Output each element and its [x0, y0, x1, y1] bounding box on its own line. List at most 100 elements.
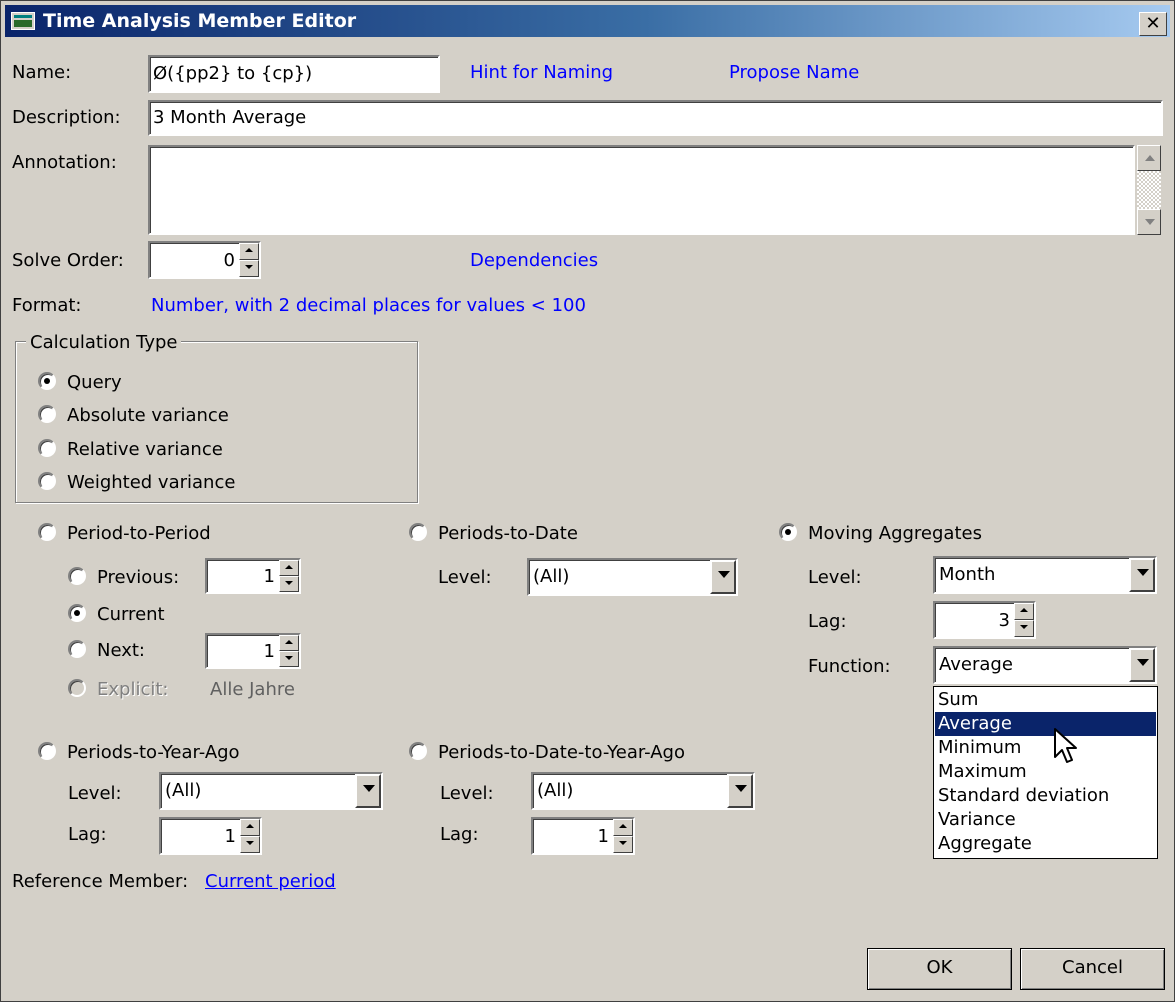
close-icon: ✕	[1145, 13, 1161, 34]
radio-query[interactable]	[38, 372, 56, 390]
scroll-down-arrow-icon	[1145, 219, 1155, 225]
cancel-button-label: Cancel	[1062, 957, 1123, 978]
ptd-level-label: Level:	[438, 567, 492, 588]
dependencies-link[interactable]: Dependencies	[470, 250, 598, 271]
ptd-level-select[interactable]: (All)	[527, 558, 738, 596]
ptdya-level-select[interactable]: (All)	[531, 772, 755, 810]
radio-relative-variance[interactable]	[38, 439, 56, 457]
hint-for-naming-link[interactable]: Hint for Naming	[470, 62, 613, 83]
radio-absolute-variance[interactable]	[38, 405, 56, 423]
dropdown-button[interactable]	[355, 774, 381, 808]
function-option-variance[interactable]: Variance	[935, 808, 1156, 832]
scroll-down-button[interactable]	[1137, 209, 1161, 235]
absolute-variance-label: Absolute variance	[67, 405, 229, 426]
dropdown-button[interactable]	[710, 560, 736, 594]
app-icon	[11, 12, 35, 30]
pya-level-label: Level:	[68, 783, 122, 804]
period-to-period-label: Period-to-Period	[67, 523, 211, 544]
weighted-variance-label: Weighted variance	[67, 472, 236, 493]
function-option-sum[interactable]: Sum	[935, 688, 1156, 712]
mouse-pointer-icon	[1054, 728, 1077, 763]
stepper-down-button[interactable]	[279, 576, 299, 592]
solve-order-value: 0	[223, 250, 235, 271]
stepper-down-button[interactable]	[1014, 620, 1034, 637]
ma-level-select[interactable]: Month	[933, 556, 1157, 594]
explicit-value: Alle Jahre	[210, 679, 295, 700]
ptdya-level-label: Level:	[440, 783, 494, 804]
close-button[interactable]: ✕	[1139, 12, 1167, 36]
stepper-up-button[interactable]	[279, 560, 299, 576]
previous-value: 1	[263, 566, 275, 587]
stepper-down-button[interactable]	[279, 651, 299, 667]
radio-moving-aggregates[interactable]	[779, 523, 797, 541]
annotation-textarea[interactable]	[148, 145, 1135, 235]
ptdya-lag-label: Lag:	[440, 824, 479, 845]
title-bar[interactable]: Time Analysis Member Editor ✕	[5, 5, 1170, 37]
format-link[interactable]: Number, with 2 decimal places for values…	[151, 295, 586, 316]
radio-explicit	[68, 679, 86, 697]
solve-order-label: Solve Order:	[12, 250, 124, 271]
radio-current[interactable]	[68, 604, 86, 622]
stepper-up-button[interactable]	[1014, 603, 1034, 620]
radio-periods-to-date[interactable]	[409, 523, 427, 541]
function-option-aggregate[interactable]: Aggregate	[935, 832, 1156, 856]
scroll-up-button[interactable]	[1137, 145, 1161, 171]
explicit-label: Explicit:	[97, 679, 169, 700]
function-option-maximum[interactable]: Maximum	[935, 760, 1156, 784]
cancel-button[interactable]: Cancel	[1020, 948, 1165, 990]
pya-lag-stepper[interactable]: 1	[159, 817, 262, 855]
function-dropdown-list[interactable]: Sum Average Minimum Maximum Standard dev…	[933, 686, 1158, 859]
description-input[interactable]: 3 Month Average	[148, 100, 1163, 136]
reference-member-link[interactable]: Current period	[205, 871, 336, 892]
dialog-window: Time Analysis Member Editor ✕ Name: Ø({p…	[0, 0, 1175, 1002]
name-input[interactable]: Ø({pp2} to {cp})	[148, 55, 440, 93]
annotation-scrollbar[interactable]	[1137, 145, 1161, 235]
window-title: Time Analysis Member Editor	[43, 10, 357, 32]
ma-lag-stepper[interactable]: 3	[933, 601, 1036, 639]
function-option-minimum[interactable]: Minimum	[935, 736, 1156, 760]
stepper-down-button[interactable]	[240, 836, 260, 853]
ma-function-label: Function:	[808, 656, 891, 677]
chevron-down-icon	[718, 571, 730, 578]
ma-lag-label: Lag:	[808, 611, 847, 632]
function-option-standard-deviation[interactable]: Standard deviation	[935, 784, 1156, 808]
stepper-down-button[interactable]	[239, 260, 259, 277]
stepper-up-button[interactable]	[240, 819, 260, 836]
annotation-label: Annotation:	[12, 152, 117, 173]
radio-period-to-period[interactable]	[38, 523, 56, 541]
chevron-down-icon	[1137, 569, 1149, 576]
dropdown-button[interactable]	[1129, 648, 1155, 682]
reference-member-label: Reference Member:	[12, 871, 189, 892]
solve-order-stepper[interactable]: 0	[148, 241, 261, 279]
ok-button[interactable]: OK	[867, 948, 1012, 990]
radio-next[interactable]	[68, 640, 86, 658]
radio-periods-to-year-ago[interactable]	[38, 742, 56, 760]
ptdya-lag-stepper[interactable]: 1	[531, 817, 635, 855]
stepper-down-button[interactable]	[613, 836, 633, 853]
propose-name-link[interactable]: Propose Name	[729, 62, 859, 83]
ptd-level-value: (All)	[533, 566, 570, 587]
ma-level-value: Month	[939, 564, 996, 585]
current-label: Current	[97, 604, 165, 625]
radio-periods-to-date-to-year-ago[interactable]	[409, 742, 427, 760]
next-stepper[interactable]: 1	[205, 633, 301, 669]
pya-level-value: (All)	[165, 780, 202, 801]
stepper-up-button[interactable]	[279, 635, 299, 651]
dropdown-button[interactable]	[727, 774, 753, 808]
stepper-up-button[interactable]	[239, 243, 259, 260]
query-label: Query	[67, 372, 122, 393]
stepper-up-button[interactable]	[613, 819, 633, 836]
previous-stepper[interactable]: 1	[205, 558, 301, 594]
radio-weighted-variance[interactable]	[38, 472, 56, 490]
ma-function-select[interactable]: Average	[933, 646, 1157, 684]
function-option-average[interactable]: Average	[935, 712, 1156, 736]
scroll-track[interactable]	[1137, 171, 1161, 209]
ma-level-label: Level:	[808, 567, 862, 588]
radio-previous[interactable]	[68, 567, 86, 585]
description-label: Description:	[12, 107, 121, 128]
previous-label: Previous:	[97, 567, 180, 588]
chevron-down-icon	[363, 785, 375, 792]
dropdown-button[interactable]	[1129, 558, 1155, 592]
ptdya-level-value: (All)	[537, 780, 574, 801]
pya-level-select[interactable]: (All)	[159, 772, 383, 810]
